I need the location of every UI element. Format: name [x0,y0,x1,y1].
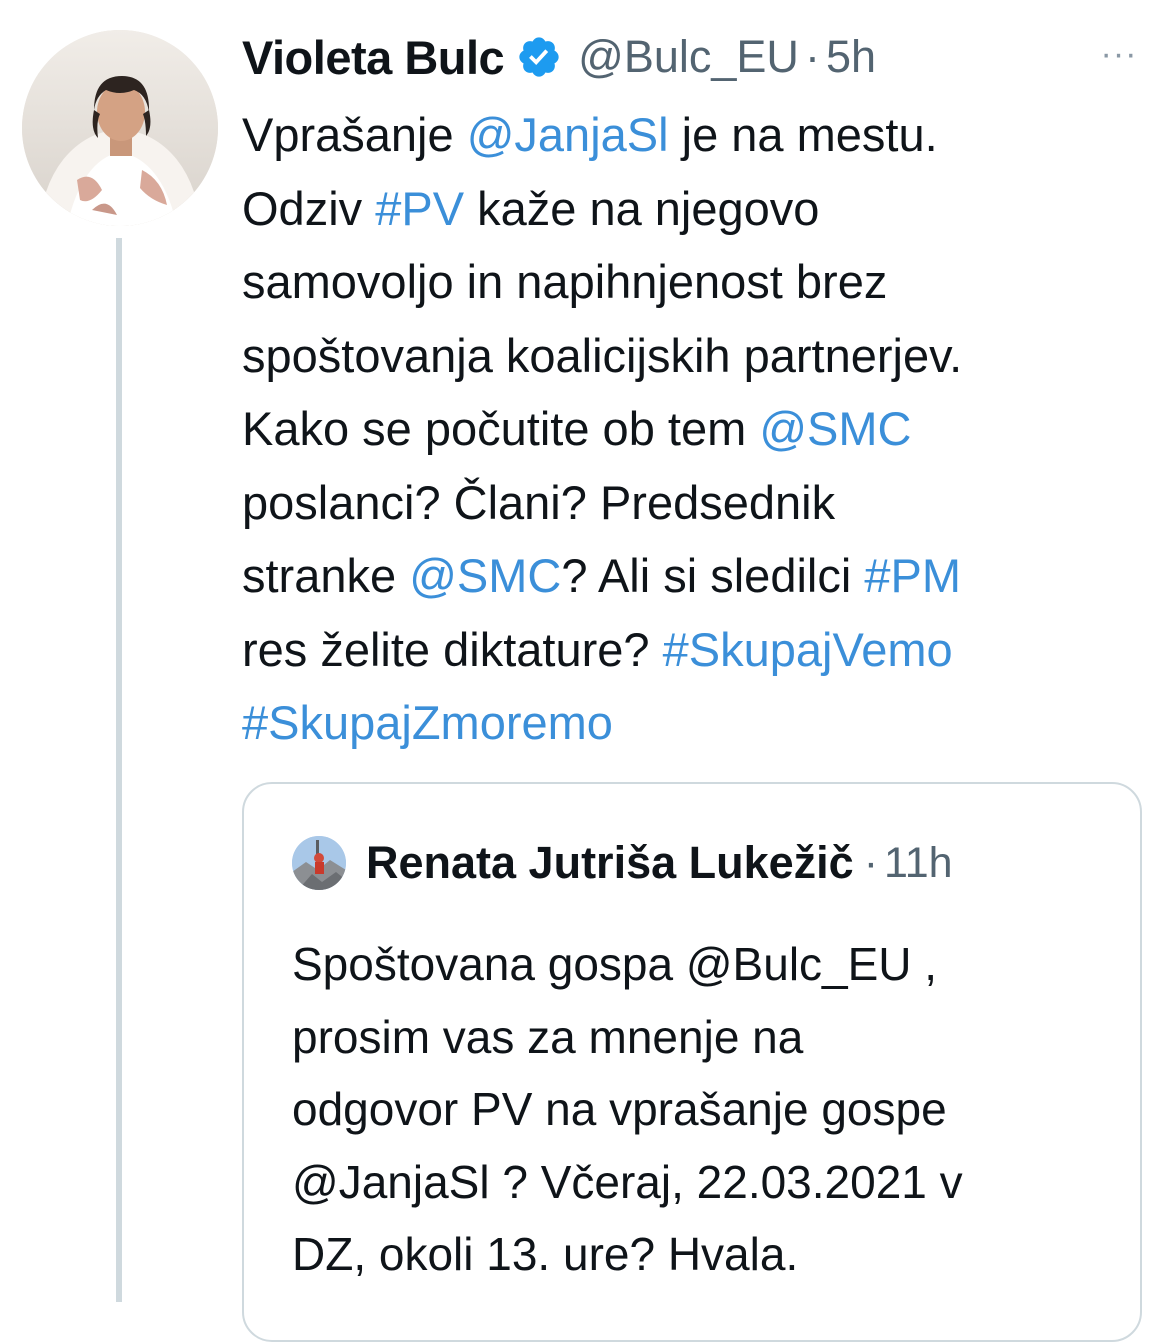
tweet-timestamp[interactable]: 5h [826,31,876,83]
tweet-text-segment: Odziv [242,181,376,235]
tweet-text-line: res želite diktature? #SkupajVemo [242,613,1142,687]
quoted-text-line: prosim vas za mnenje na [292,1010,804,1063]
mention-link[interactable]: @SMC [759,402,911,455]
tweet-text-line: spoštovanja koalicijskih partnerjev. [242,319,1142,393]
tweet-text-segment: spoštovanja koalicijskih partnerjev. [242,328,963,382]
tweet-text-segment: Kako se počutite ob tem [242,402,760,455]
hashtag-link[interactable]: #SkupajZmoremo [242,696,613,749]
quoted-text-line: DZ, okoli 13. ure? Hvala. [292,1228,799,1280]
quoted-tweet-timestamp: 11h [884,838,953,887]
tweet-text-line: Vprašanje @JanjaSl je na mestu. [242,98,1142,172]
mention-link[interactable]: @SMC [409,549,561,602]
hashtag-link[interactable]: #SkupajVemo [663,623,953,676]
quoted-separator-dot: · [863,838,879,887]
tweet-header: Violeta Bulc @Bulc_EU · 5h [242,22,876,92]
author-handle[interactable]: @Bulc_EU [578,31,799,83]
tweet-text-segment: samovoljo in napihnjenost brez [242,255,888,308]
tweet-text-line: poslanci? Člani? Predsednik [242,466,1142,540]
hashtag-link[interactable]: #PM [864,549,961,602]
tweet-text-segment: res želite diktature? [242,622,663,676]
thread-connector-line [116,238,122,1302]
tweet-text-segment: ? Ali si sledilci [561,549,865,602]
tweet-text-line: samovoljo in napihnjenost brez [242,245,1142,319]
quoted-author-avatar[interactable] [292,836,346,890]
quoted-tweet-header: Renata Jutriša Lukežič · 11h [366,830,953,896]
profile-photo-icon [22,30,218,226]
author-avatar[interactable] [22,30,218,226]
mention-link[interactable]: @JanjaSl [467,108,669,161]
tweet-text-segment: kaže na njegovo [464,181,820,235]
tweet-body: Vprašanje @JanjaSl je na mestu. Odziv #PV… [242,98,1142,760]
more-options-icon[interactable]: ··· [1096,36,1142,72]
tweet-text-line: Odziv #PV kaže na njegovo [242,172,1142,246]
tweet-text-segment: poslanci? Člani? Predsednik [242,475,836,529]
quoted-text-line: Spoštovana gospa @Bulc_EU , [292,938,938,990]
quoted-text-line: odgovor PV na vprašanje gospe [292,1083,947,1135]
author-display-name[interactable]: Violeta Bulc [242,30,505,85]
tweet-text-line: Kako se počutite ob tem @SMC [242,392,1142,466]
quoted-tweet-body: Spoštovana gospa @Bulc_EU , prosim vas z… [292,928,1122,1291]
quoted-text-line: @JanjaSl ? Včeraj, 22.03.2021 v [292,1155,963,1208]
hashtag-link[interactable]: #PV [375,182,464,235]
tweet-text-segment: stranke [242,549,410,602]
verified-badge-icon [516,34,562,80]
tweet-text-line: stranke @SMC? Ali si sledilci #PM [242,539,1142,613]
separator-dot: · [804,31,820,82]
tweet-text-segment: Vprašanje [242,108,467,161]
tweet-text-line: #SkupajZmoremo [242,686,1142,760]
profile-photo-small-icon [292,836,346,890]
tweet-text-segment: je na mestu. [668,108,938,161]
quoted-author-name[interactable]: Renata Jutriša Lukežič [366,837,854,889]
quoted-tweet-card[interactable]: Renata Jutriša Lukežič · 11h Spoštovana … [242,782,1142,1342]
